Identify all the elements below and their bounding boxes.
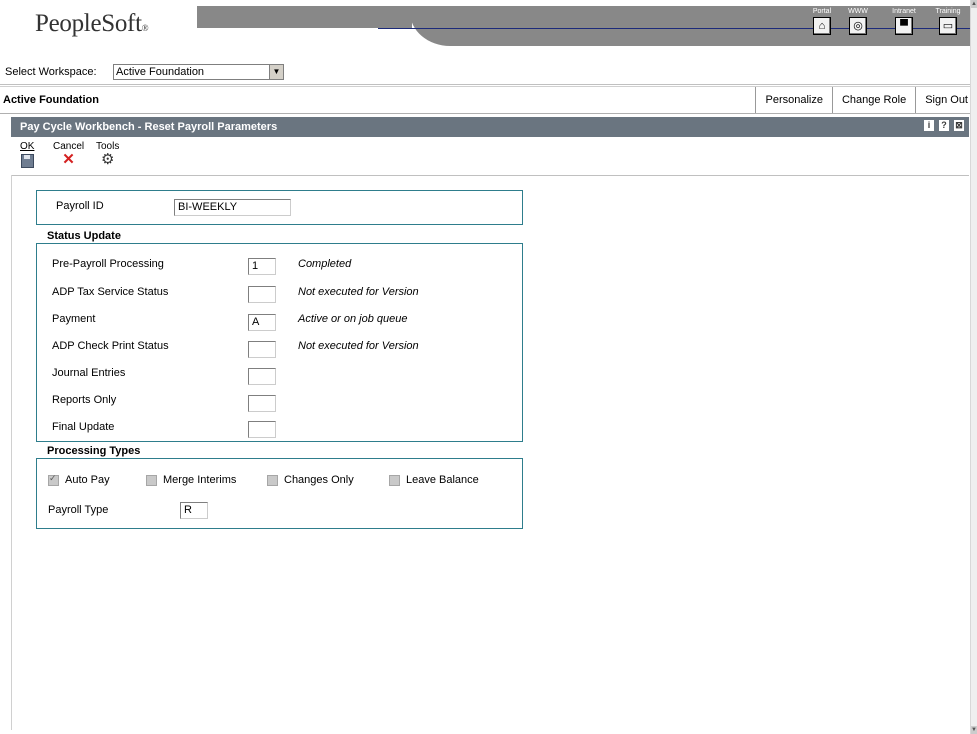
processing-types-title: Processing Types <box>47 445 141 457</box>
form-content: Payroll ID BI-WEEKLY Status Update Pre-P… <box>11 175 970 730</box>
www-link[interactable]: WWW ◎ <box>836 6 880 35</box>
status-label: Reports Only <box>52 394 117 406</box>
role-bar: Active Foundation Personalize Change Rol… <box>0 86 977 114</box>
status-label: ADP Check Print Status <box>52 340 169 352</box>
book-icon: ▀ <box>895 17 913 35</box>
journal-entries-input[interactable] <box>248 368 276 385</box>
page-scrollbar[interactable]: ▲ ▼ <box>970 0 977 734</box>
header-banner-band <box>197 6 412 28</box>
help-icon[interactable]: ? <box>939 120 949 131</box>
adp-tax-status-input[interactable] <box>248 286 276 303</box>
intranet-link[interactable]: Intranet ▀ <box>882 6 926 35</box>
merge-interims-checkbox[interactable]: Merge Interims <box>146 474 236 486</box>
adp-check-print-status-input[interactable] <box>248 341 276 358</box>
peoplesoft-logo: PeopleSoft® <box>35 10 149 37</box>
processing-types-box: Auto Pay Merge Interims Changes Only Lea… <box>36 458 523 529</box>
close-icon: ✕ <box>62 151 75 168</box>
tools-icon: ⚙ <box>100 151 115 168</box>
workspace-bar: Select Workspace: Active Foundation ▼ <box>0 60 977 85</box>
status-label: Final Update <box>52 421 115 433</box>
form-title: Pay Cycle Workbench - Reset Payroll Para… <box>20 121 278 133</box>
minimize-icon[interactable]: ⊠ <box>954 120 964 131</box>
status-update-title: Status Update <box>47 230 121 242</box>
personalize-link[interactable]: Personalize <box>755 87 831 113</box>
form-title-icons: i ? ⊠ <box>924 120 964 131</box>
top-header: PeopleSoft® Portal ⌂ WWW ◎ Intranet ▀ Tr… <box>0 0 977 58</box>
monitor-icon: ▭ <box>939 17 957 35</box>
payroll-type-input[interactable]: R <box>180 502 208 519</box>
checkbox-checked-icon <box>48 473 59 486</box>
training-link[interactable]: Training ▭ <box>926 6 970 35</box>
payroll-id-input[interactable]: BI-WEEKLY <box>174 199 291 216</box>
pre-payroll-status-input[interactable]: 1 <box>248 258 276 275</box>
payment-status-input[interactable]: A <box>248 314 276 331</box>
status-label: Pre-Payroll Processing <box>52 258 164 270</box>
final-update-input[interactable] <box>248 421 276 438</box>
globe-icon: ◎ <box>849 17 867 35</box>
role-title: Active Foundation <box>3 94 99 106</box>
auto-pay-checkbox[interactable]: Auto Pay <box>48 473 110 486</box>
form-title-bar: Pay Cycle Workbench - Reset Payroll Para… <box>11 117 969 137</box>
info-icon[interactable]: i <box>924 120 934 131</box>
portal-links: Portal ⌂ WWW ◎ Intranet ▀ Training ▭ <box>800 6 977 46</box>
leave-balance-checkbox[interactable]: Leave Balance <box>389 474 479 486</box>
workspace-select[interactable]: Active Foundation ▼ <box>113 64 284 80</box>
checkbox-icon <box>267 474 278 486</box>
tools-button[interactable]: Tools ⚙ <box>96 141 119 168</box>
status-update-box: Pre-Payroll Processing 1 Completed ADP T… <box>36 243 523 442</box>
status-label: Payment <box>52 313 96 325</box>
status-label: Journal Entries <box>52 367 126 379</box>
payroll-id-box: Payroll ID BI-WEEKLY <box>36 190 523 225</box>
changes-only-checkbox[interactable]: Changes Only <box>267 474 354 486</box>
status-description: Not executed for Version <box>298 286 419 298</box>
form-toolbar: OK Cancel ✕ Tools ⚙ <box>11 137 969 176</box>
status-label: ADP Tax Service Status <box>52 286 169 298</box>
save-icon <box>20 154 34 168</box>
status-description: Completed <box>298 258 352 270</box>
checkbox-icon <box>389 474 400 486</box>
scroll-down-icon[interactable]: ▼ <box>971 726 977 734</box>
chevron-down-icon: ▼ <box>269 65 283 79</box>
workspace-selected-value: Active Foundation <box>116 66 205 78</box>
payroll-type-label: Payroll Type <box>48 504 109 516</box>
ok-button[interactable]: OK <box>20 141 34 170</box>
cancel-button[interactable]: Cancel ✕ <box>53 141 84 168</box>
checkbox-icon <box>146 474 157 486</box>
role-links: Personalize Change Role Sign Out <box>755 87 977 113</box>
payroll-id-label: Payroll ID <box>56 200 104 212</box>
home-icon: ⌂ <box>813 17 831 35</box>
change-role-link[interactable]: Change Role <box>831 87 915 113</box>
reports-only-input[interactable] <box>248 395 276 412</box>
status-description: Active or on job queue <box>298 313 408 325</box>
workspace-label: Select Workspace: <box>5 66 97 78</box>
sign-out-link[interactable]: Sign Out <box>915 87 977 113</box>
scroll-up-icon[interactable]: ▲ <box>971 0 977 8</box>
status-description: Not executed for Version <box>298 340 419 352</box>
